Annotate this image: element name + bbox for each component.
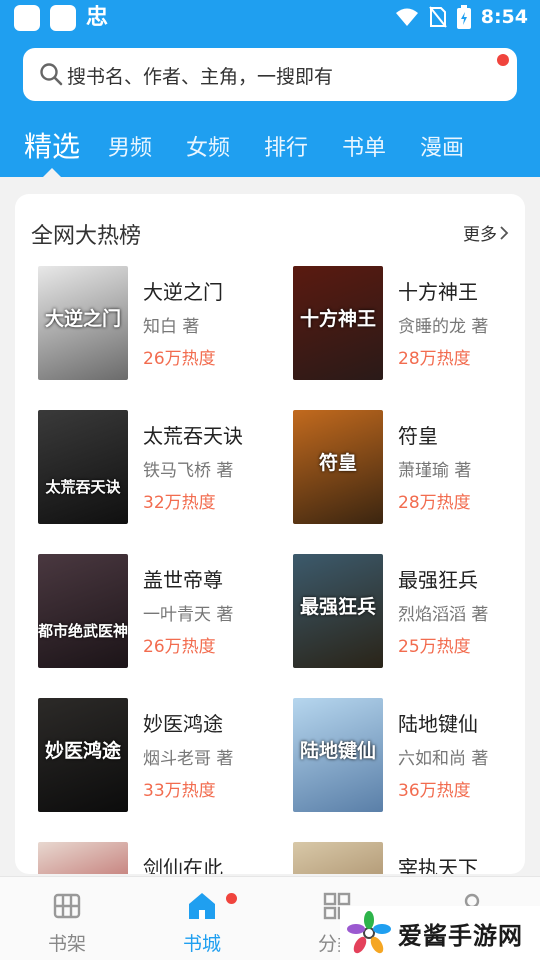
- book-heat: 25万热度: [398, 637, 471, 657]
- status-time: 8:54: [480, 6, 528, 28]
- book-title: 大逆之门: [143, 280, 223, 304]
- book-heat: 26万热度: [143, 637, 216, 657]
- book-author: 烈焰滔滔 著: [398, 605, 489, 625]
- no-sim-icon: [428, 6, 447, 28]
- search-badge-dot: [497, 54, 509, 66]
- cover-title: 大逆之门: [44, 308, 121, 330]
- book-item[interactable]: 太荒吞天诀 太荒吞天诀 铁马飞桥 著 32万热度: [38, 410, 278, 526]
- book-item[interactable]: 陆地键仙 陆地键仙 六如和尚 著 36万热度: [293, 698, 525, 814]
- hot-ranking-card: 全网大热榜 更多 大逆之门 大逆之门 知白 著 26万热度 十方神王 十方神王 贪睡的龙 著…: [15, 194, 525, 874]
- book-cover[interactable]: 符皇: [293, 410, 383, 524]
- book-title: 最强狂兵: [398, 568, 478, 592]
- tab-selected[interactable]: 精选: [24, 125, 80, 165]
- book-heat: 32万热度: [143, 493, 216, 513]
- notification-icon: [50, 5, 76, 31]
- book-cover[interactable]: 宰执天下: [293, 842, 383, 874]
- book-cover[interactable]: 陆地键仙: [293, 698, 383, 812]
- book-cover[interactable]: [38, 842, 128, 874]
- more-link[interactable]: 更多: [463, 220, 509, 245]
- bookstore-icon: [189, 893, 215, 919]
- book-title: 符皇: [398, 424, 438, 448]
- book-item[interactable]: 符皇 符皇 萧瑾瑜 著 28万热度: [293, 410, 525, 526]
- cover-title: 最强狂兵: [299, 596, 376, 618]
- tab-booklist[interactable]: 书单: [342, 130, 386, 162]
- book-title: 陆地键仙: [398, 712, 478, 736]
- book-author: 萧瑾瑜 著: [398, 461, 472, 481]
- book-author: 铁马飞桥 著: [143, 461, 234, 481]
- book-heat: 28万热度: [398, 349, 471, 369]
- section-title: 全网大热榜: [31, 224, 142, 249]
- category-tabs: 精选 男频 女频 排行 书单 漫画: [0, 118, 540, 177]
- book-title: 太荒吞天诀: [143, 424, 243, 448]
- book-author: 六如和尚 著: [398, 749, 489, 769]
- chevron-right-icon: [500, 225, 509, 240]
- cover-title: 十方神王: [299, 308, 376, 330]
- book-title: 十方神王: [398, 280, 478, 304]
- status-bar: 忠 8:54: [0, 0, 540, 36]
- status-app-logo: 忠: [86, 5, 109, 30]
- nav-label: 书架: [47, 933, 86, 955]
- book-item[interactable]: 大逆之门 大逆之门 知白 著 26万热度: [38, 266, 278, 382]
- book-heat: 26万热度: [143, 349, 216, 369]
- book-cover[interactable]: 大逆之门: [38, 266, 128, 380]
- book-item[interactable]: 剑仙在此: [38, 842, 278, 874]
- book-cover[interactable]: 十方神王: [293, 266, 383, 380]
- more-label: 更多: [463, 225, 497, 245]
- book-title: 剑仙在此: [143, 856, 223, 874]
- book-title: 盖世帝尊: [143, 568, 223, 592]
- watermark: 爱酱手游网: [340, 906, 540, 960]
- cover-title: 符皇: [318, 452, 357, 474]
- tab-male[interactable]: 男频: [108, 130, 152, 162]
- search-icon: [40, 63, 63, 86]
- bookshelf-icon: [53, 893, 81, 919]
- book-author: 知白 著: [143, 317, 200, 337]
- book-cover[interactable]: 最强狂兵: [293, 554, 383, 668]
- search-placeholder: 搜书名、作者、主角，一搜即有: [67, 66, 334, 88]
- tab-female[interactable]: 女频: [186, 130, 230, 162]
- nav-badge-dot: [226, 893, 237, 904]
- watermark-text: 爱酱手游网: [398, 921, 523, 950]
- book-title: 宰执天下: [398, 856, 478, 874]
- nav-bookshelf[interactable]: 书架: [27, 891, 107, 956]
- cover-title: 太荒吞天诀: [45, 478, 121, 496]
- book-item[interactable]: 都市绝武医神 盖世帝尊一叶青天 著 26万热度: [38, 554, 278, 670]
- cover-title: 妙医鸿途: [44, 740, 121, 762]
- book-cover[interactable]: 太荒吞天诀: [38, 410, 128, 524]
- cover-title: 陆地键仙: [299, 740, 376, 762]
- book-cover[interactable]: 都市绝武医神: [38, 554, 128, 668]
- wifi-icon: [395, 8, 418, 26]
- book-cover[interactable]: 妙医鸿途: [38, 698, 128, 812]
- tab-ranking[interactable]: 排行: [264, 130, 308, 162]
- nav-label: 书城: [182, 933, 221, 955]
- tab-indicator: [43, 168, 61, 177]
- book-item[interactable]: 妙医鸿途 妙医鸿途 烟斗老哥 著 33万热度: [38, 698, 278, 814]
- book-heat: 33万热度: [143, 781, 216, 801]
- book-item[interactable]: 最强狂兵 最强狂兵 烈焰滔滔 著 25万热度: [293, 554, 525, 670]
- book-author: 一叶青天 著: [143, 605, 234, 625]
- book-heat: 36万热度: [398, 781, 471, 801]
- battery-icon: [456, 5, 471, 29]
- header: 忠 8:54 搜书名、作者、主角，一搜即有 精选 男频 女频 排行 书单 漫画: [0, 0, 540, 177]
- tab-comics[interactable]: 漫画: [420, 130, 464, 162]
- cover-title: 都市绝武医神: [38, 622, 128, 640]
- book-author: 烟斗老哥 著: [143, 749, 234, 769]
- book-author: 贪睡的龙 著: [398, 317, 489, 337]
- search-bar[interactable]: 搜书名、作者、主角，一搜即有: [23, 48, 517, 101]
- book-title: 妙医鸿途: [143, 712, 223, 736]
- notification-icon: [14, 5, 40, 31]
- book-item[interactable]: 宰执天下宰执天下: [293, 842, 525, 874]
- book-item[interactable]: 十方神王 十方神王 贪睡的龙 著 28万热度: [293, 266, 525, 382]
- book-heat: 28万热度: [398, 493, 471, 513]
- pinwheel-logo-icon: [347, 911, 391, 954]
